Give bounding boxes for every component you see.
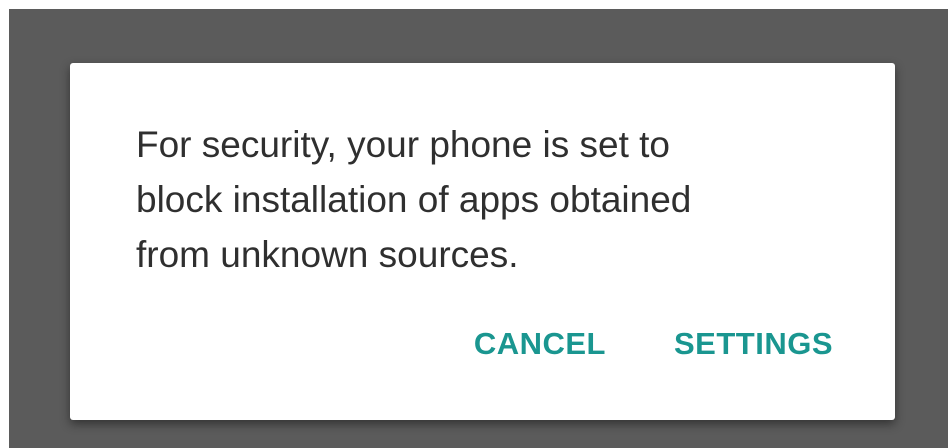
dialog-message: For security, your phone is set to block… (136, 124, 692, 275)
security-alert-dialog: For security, your phone is set to block… (70, 63, 895, 420)
dialog-actions: CANCEL SETTINGS (474, 326, 833, 362)
settings-button[interactable]: SETTINGS (674, 326, 833, 362)
cancel-button[interactable]: CANCEL (474, 326, 606, 362)
